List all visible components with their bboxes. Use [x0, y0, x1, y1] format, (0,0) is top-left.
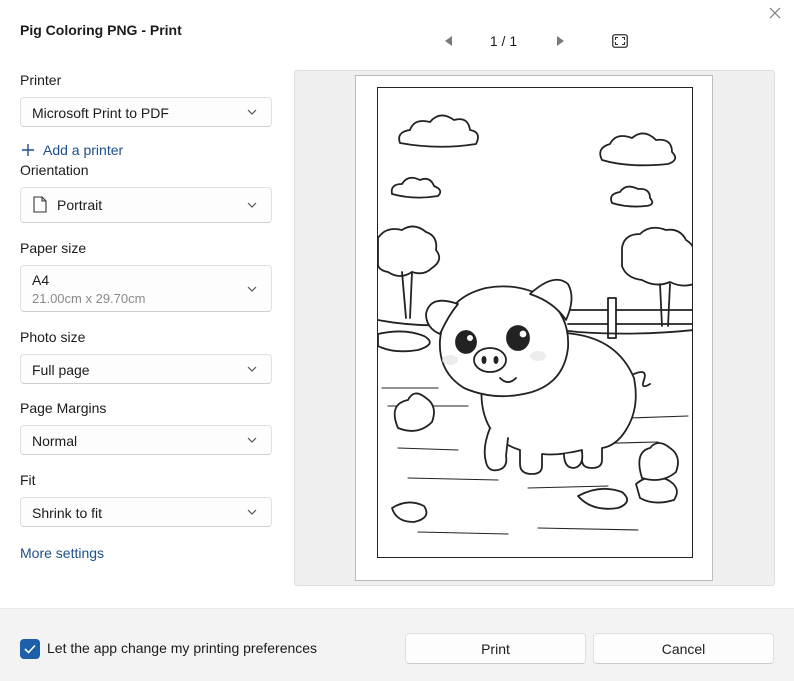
fit-value: Shrink to fit [32, 505, 103, 521]
next-page-icon [557, 36, 564, 46]
previous-page-icon [445, 36, 452, 46]
checkmark-icon [24, 644, 36, 654]
page-portrait-icon [33, 196, 47, 213]
chevron-down-icon [247, 202, 259, 210]
more-settings-link[interactable]: More settings [20, 545, 104, 561]
dialog-footer: Let the app change my printing preferenc… [0, 608, 794, 681]
pig-illustration [378, 114, 692, 535]
add-printer-label: Add a printer [43, 142, 124, 158]
add-printer-link[interactable]: Add a printer [20, 140, 123, 160]
page-margins-label: Page Margins [20, 400, 107, 416]
fit-label: Fit [20, 472, 36, 488]
orientation-value: Portrait [57, 197, 103, 213]
plus-icon [22, 144, 34, 156]
page-navigation: 1 / 1 [436, 28, 636, 54]
window-title: Pig Coloring PNG - Print [20, 22, 182, 38]
print-preview [294, 70, 775, 586]
orientation-label: Orientation [20, 162, 89, 178]
chevron-down-icon [247, 509, 259, 517]
photo-size-label: Photo size [20, 329, 86, 345]
page-margins-value: Normal [32, 433, 78, 449]
chevron-down-icon [247, 366, 259, 374]
preferences-label: Let the app change my printing preferenc… [47, 640, 318, 656]
orientation-select[interactable]: Portrait [20, 187, 272, 223]
page-margins-select[interactable]: Normal [20, 425, 272, 455]
chevron-down-icon [247, 109, 259, 117]
fit-to-window-icon [612, 34, 628, 48]
paper-size-dimensions: 21.00cm x 29.70cm [32, 291, 146, 306]
paper-size-value: A4 [32, 272, 50, 288]
chevron-down-icon [247, 286, 259, 294]
photo-size-select[interactable]: Full page [20, 354, 272, 384]
fit-select[interactable]: Shrink to fit [20, 497, 272, 527]
preview-page [355, 75, 713, 581]
next-page-button[interactable] [551, 32, 569, 50]
close-icon [769, 7, 781, 19]
paper-size-select[interactable]: A4 21.00cm x 29.70cm [20, 265, 272, 312]
print-button[interactable]: Print [405, 633, 586, 664]
preferences-checkbox[interactable] [20, 639, 40, 659]
pig-coloring-image [377, 87, 693, 558]
chevron-down-icon [247, 437, 259, 445]
cancel-button[interactable]: Cancel [593, 633, 774, 664]
fit-to-window-button[interactable] [610, 31, 630, 51]
printer-label: Printer [20, 72, 62, 88]
page-counter: 1 / 1 [489, 33, 518, 49]
close-button[interactable] [764, 2, 786, 24]
paper-size-label: Paper size [20, 240, 87, 256]
previous-page-button[interactable] [440, 32, 458, 50]
photo-size-value: Full page [32, 362, 90, 378]
printer-select[interactable]: Microsoft Print to PDF [20, 97, 272, 127]
printer-value: Microsoft Print to PDF [32, 105, 169, 121]
